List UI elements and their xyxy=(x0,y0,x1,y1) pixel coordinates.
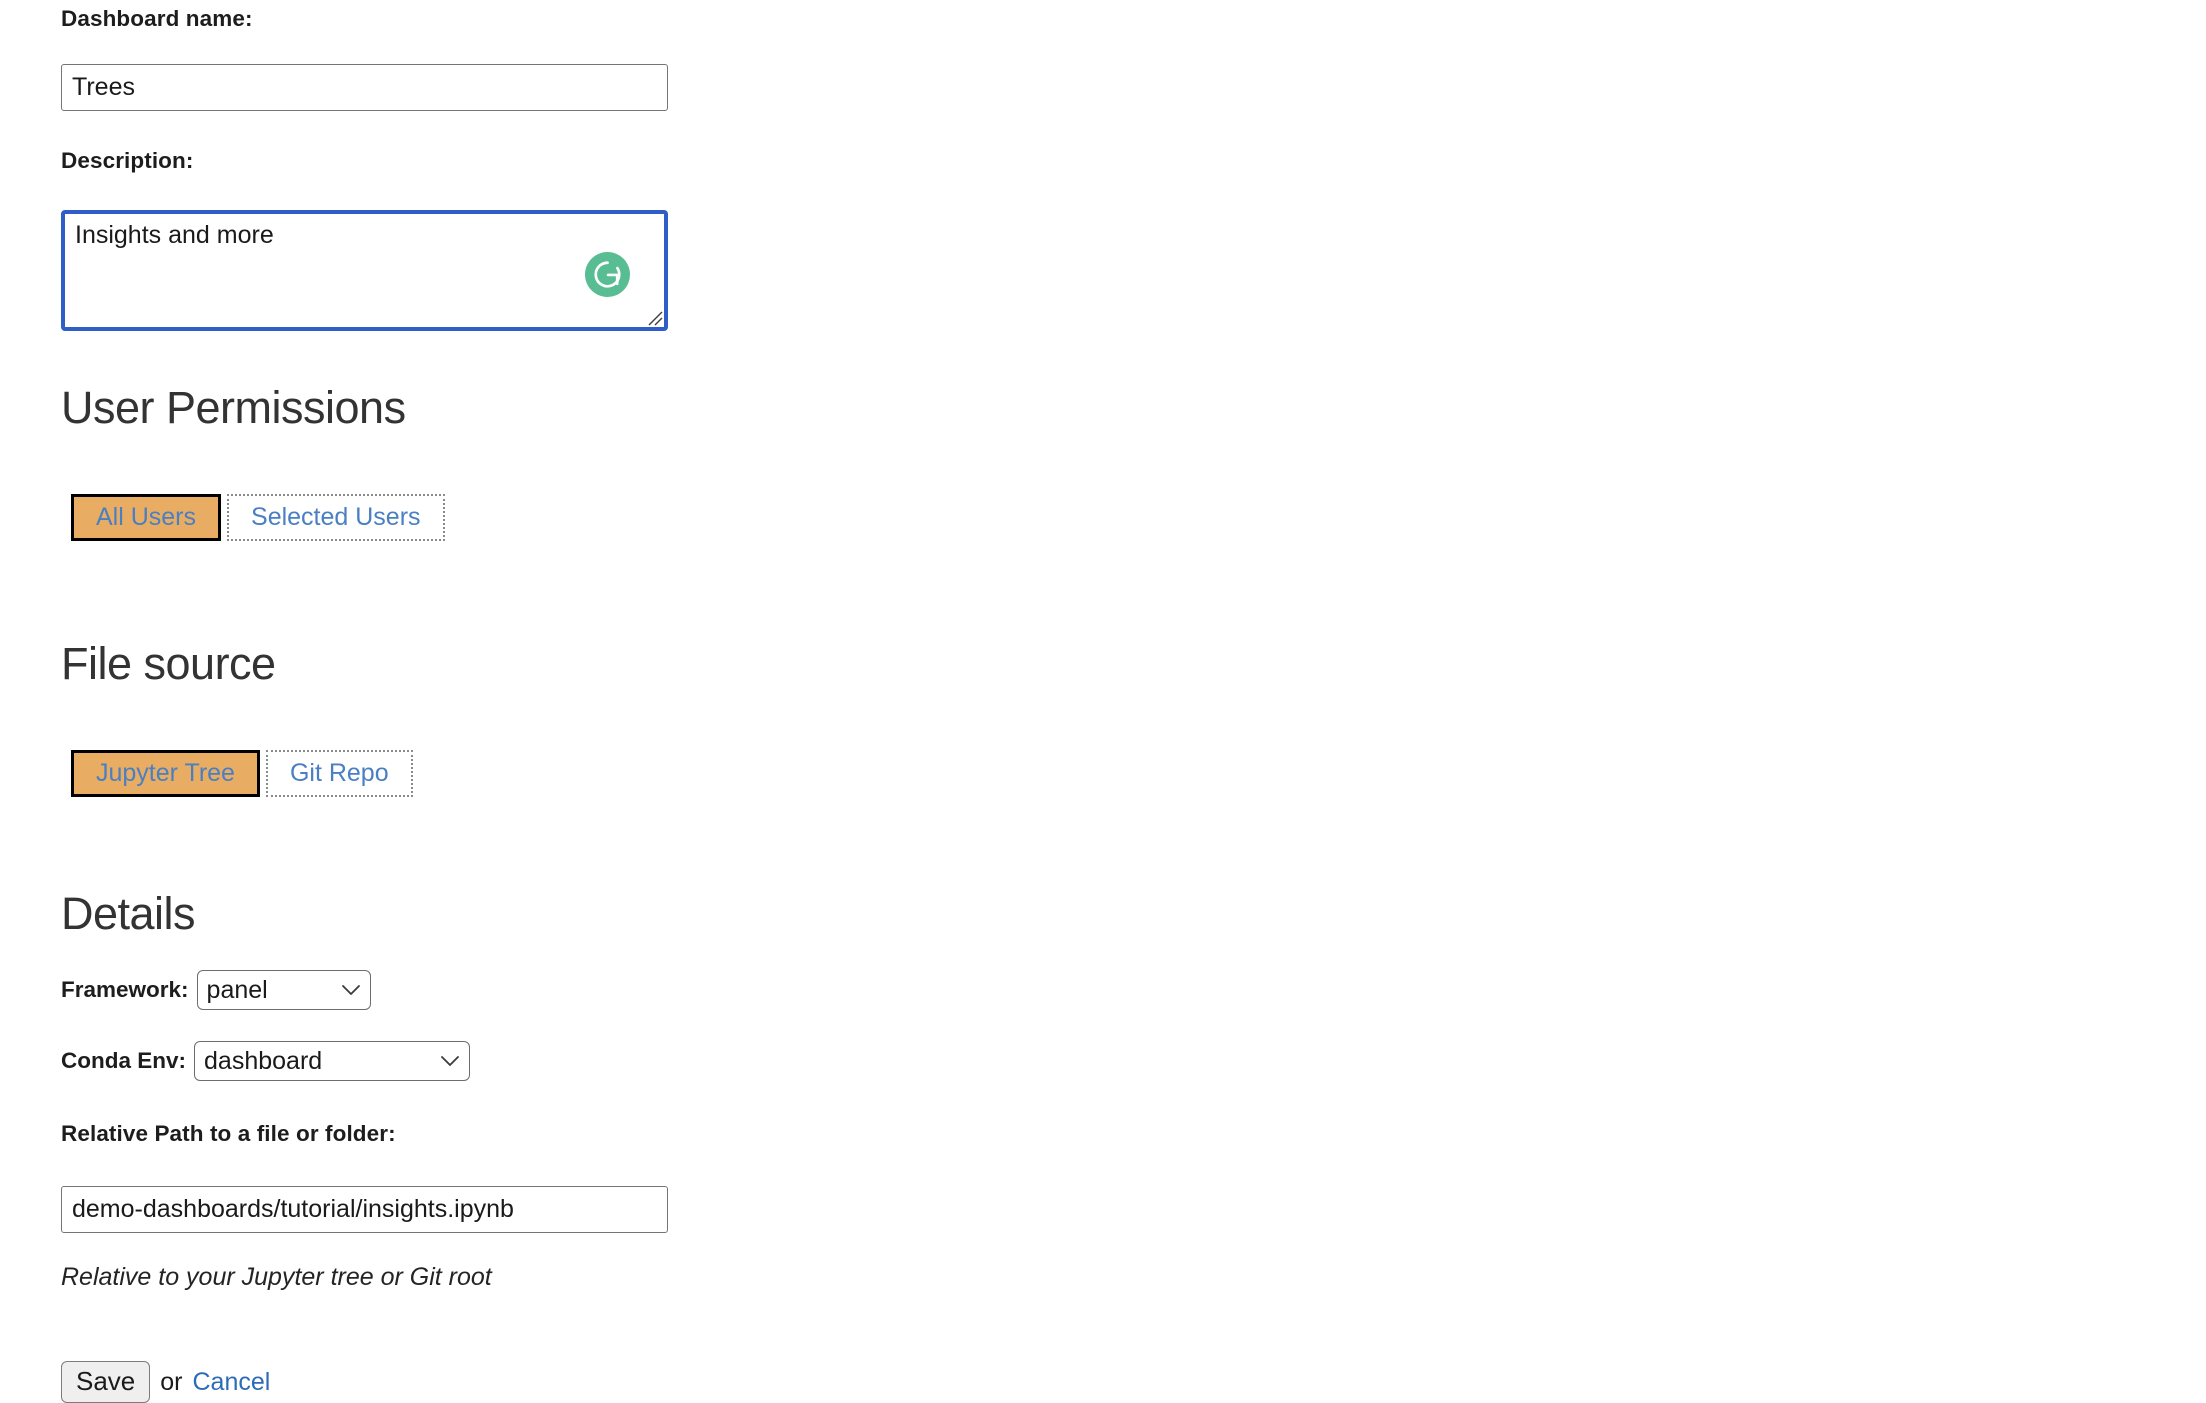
relative-path-helper-text: Relative to your Jupyter tree or Git roo… xyxy=(61,1263,492,1291)
grammarly-icon[interactable] xyxy=(585,252,630,297)
relative-path-input[interactable] xyxy=(61,1186,668,1233)
or-separator-label: or xyxy=(160,1367,183,1396)
framework-label: Framework: xyxy=(61,977,189,1002)
conda-env-select[interactable]: dashboard xyxy=(194,1041,471,1081)
framework-select-value: panel xyxy=(206,975,268,1004)
form-actions: Save or Cancel xyxy=(61,1361,270,1403)
details-heading: Details xyxy=(61,888,196,939)
file-source-toggle-group: Jupyter Tree Git Repo xyxy=(71,750,413,797)
dashboard-name-input[interactable] xyxy=(61,64,668,111)
cancel-link[interactable]: Cancel xyxy=(193,1369,271,1395)
dashboard-editor-page: Dashboard name: Description: User Permis… xyxy=(0,0,2206,1403)
file-source-option-jupyter-tree[interactable]: Jupyter Tree xyxy=(71,750,260,797)
conda-env-select-value: dashboard xyxy=(204,1046,323,1075)
conda-env-label: Conda Env: xyxy=(61,1048,187,1073)
user-permissions-toggle-group: All Users Selected Users xyxy=(71,494,445,541)
description-textarea[interactable] xyxy=(61,210,668,331)
user-permissions-option-all-users[interactable]: All Users xyxy=(71,494,222,541)
framework-row: Framework: panel xyxy=(61,970,371,1010)
description-label: Description: xyxy=(61,148,194,173)
dashboard-name-label: Dashboard name: xyxy=(61,6,253,31)
chevron-down-icon xyxy=(422,1055,460,1067)
user-permissions-heading: User Permissions xyxy=(61,382,406,433)
user-permissions-option-selected-users[interactable]: Selected Users xyxy=(227,494,445,541)
description-field-container xyxy=(61,210,668,331)
file-source-option-git-repo[interactable]: Git Repo xyxy=(265,750,413,797)
conda-env-row: Conda Env: dashboard xyxy=(61,1041,471,1081)
file-source-heading: File source xyxy=(61,638,276,689)
framework-select[interactable]: panel xyxy=(196,970,371,1010)
save-button[interactable]: Save xyxy=(61,1361,151,1403)
relative-path-label: Relative Path to a file or folder: xyxy=(61,1121,396,1146)
chevron-down-icon xyxy=(323,984,361,996)
